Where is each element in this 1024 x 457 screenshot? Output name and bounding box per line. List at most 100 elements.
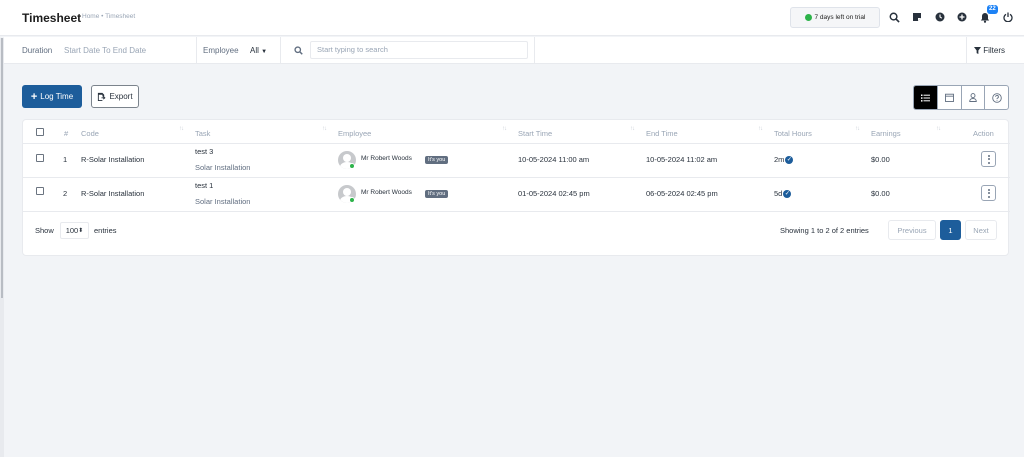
column-header-employee[interactable]: Employee — [338, 129, 371, 138]
approved-check-icon: ✓ — [783, 190, 792, 199]
entries-label: entries — [94, 226, 117, 235]
row-project[interactable]: Solar Installation — [195, 197, 250, 206]
trial-status-dot — [804, 14, 812, 21]
filters-label: Filters — [983, 46, 1006, 55]
its-you-badge: It's you — [425, 156, 449, 164]
pagination-info: Showing 1 to 2 of 2 entries — [780, 226, 869, 235]
page-size-value: 100 — [65, 226, 79, 235]
previous-page-button[interactable]: Previous — [888, 220, 936, 240]
row-task[interactable]: test 1 — [195, 181, 213, 190]
row-divider — [23, 143, 1010, 144]
timesheet-table-card: # Code ↑↓ Task ↑↓ Employee ↑↓ Start Time… — [22, 119, 1010, 256]
online-status-dot — [349, 163, 355, 169]
approved-check-icon: ✓ — [785, 156, 794, 165]
hours-value: 5d — [774, 189, 783, 198]
row-start-time: 01-05-2024 02:45 pm — [518, 189, 590, 198]
power-icon[interactable] — [1001, 10, 1015, 24]
log-time-button[interactable]: + Log Time — [22, 85, 82, 108]
row-earnings: $0.00 — [871, 155, 890, 164]
show-label: Show — [35, 226, 54, 235]
row-divider — [23, 211, 1010, 212]
export-icon — [98, 92, 106, 101]
its-you-badge: It's you — [425, 190, 449, 198]
online-status-dot — [349, 197, 355, 203]
trial-badge[interactable]: 7 days left on trial — [790, 7, 880, 28]
hours-value: 2m — [774, 155, 785, 164]
trial-text: 7 days left on trial — [814, 14, 866, 21]
row-end-time: 10-05-2024 11:02 am — [646, 155, 718, 164]
row-checkbox[interactable] — [36, 187, 44, 195]
row-project[interactable]: Solar Installation — [195, 163, 250, 172]
row-employee[interactable]: Mr Robert Woods — [361, 189, 412, 196]
updown-icon: ⬍ — [78, 228, 84, 234]
breadcrumb[interactable]: Home • Timesheet — [82, 13, 135, 20]
add-circle-icon[interactable] — [955, 10, 969, 24]
row-action-menu-button[interactable] — [981, 185, 996, 201]
column-header-end-time[interactable]: End Time — [646, 129, 678, 138]
row-number: 2 — [63, 189, 68, 198]
employee-view-button[interactable] — [960, 86, 985, 109]
select-all-checkbox[interactable] — [36, 128, 44, 136]
filter-funnel-icon — [974, 47, 981, 54]
sort-icon[interactable]: ↑↓ — [630, 126, 635, 132]
employee-select[interactable]: All ▼ — [250, 46, 267, 55]
row-checkbox[interactable] — [36, 154, 44, 162]
search-icon — [294, 46, 303, 57]
column-header-start-time[interactable]: Start Time — [518, 129, 552, 138]
duration-label: Duration — [22, 46, 53, 55]
sort-icon[interactable]: ↑↓ — [322, 126, 327, 132]
sort-icon[interactable]: ↑↓ — [855, 126, 860, 132]
column-header-num: # — [64, 129, 69, 138]
sort-icon[interactable]: ↑↓ — [758, 126, 763, 132]
top-header: Timesheet Home • Timesheet 7 days left o… — [0, 0, 1024, 36]
row-code[interactable]: R-Solar Installation — [81, 189, 144, 198]
log-time-label: Log Time — [40, 92, 74, 101]
page-1-button[interactable]: 1 — [940, 220, 961, 240]
row-code[interactable]: R-Solar Installation — [81, 155, 144, 164]
duration-range-input[interactable]: Start Date To End Date — [64, 46, 146, 55]
row-action-menu-button[interactable] — [981, 151, 996, 167]
list-icon — [920, 94, 930, 102]
filters-button[interactable]: Filters — [974, 46, 1005, 55]
sort-icon[interactable]: ↑↓ — [502, 126, 507, 132]
sticky-note-icon[interactable] — [910, 10, 924, 24]
column-header-earnings[interactable]: Earnings — [871, 129, 901, 138]
column-header-action: Action — [973, 129, 994, 138]
column-header-code[interactable]: Code — [81, 129, 99, 138]
row-total-hours: 5d ✓ — [774, 189, 792, 199]
search-input[interactable] — [317, 45, 517, 54]
column-header-total-hours[interactable]: Total Hours — [774, 129, 812, 138]
row-employee[interactable]: Mr Robert Woods — [361, 155, 412, 162]
list-view-button[interactable] — [914, 86, 937, 109]
filter-bar: Duration Start Date To End Date Employee… — [4, 37, 1024, 64]
row-task[interactable]: test 3 — [195, 147, 213, 156]
employee-select-value: All — [250, 46, 259, 55]
column-header-task[interactable]: Task — [195, 129, 210, 138]
user-icon — [969, 93, 977, 102]
scrollbar-thumb[interactable] — [1, 38, 3, 298]
filter-divider — [966, 37, 967, 64]
filter-divider — [280, 37, 281, 64]
search-icon[interactable] — [887, 10, 901, 24]
page-title: Timesheet — [22, 11, 82, 25]
question-icon — [991, 92, 1002, 103]
filter-divider — [196, 37, 197, 64]
page-size-select[interactable]: 100 ⬍ — [60, 222, 89, 239]
sort-icon[interactable]: ↑↓ — [179, 126, 184, 132]
row-earnings: $0.00 — [871, 189, 890, 198]
row-start-time: 10-05-2024 11:00 am — [518, 155, 590, 164]
clock-icon[interactable] — [933, 10, 947, 24]
calendar-view-button[interactable] — [936, 86, 961, 109]
calendar-icon — [944, 93, 954, 102]
help-button[interactable] — [984, 86, 1008, 109]
row-end-time: 06-05-2024 02:45 pm — [646, 189, 718, 198]
plus-icon: + — [30, 90, 38, 103]
export-button[interactable]: Export — [91, 85, 139, 108]
filter-divider — [534, 37, 535, 64]
next-page-button[interactable]: Next — [965, 220, 997, 240]
sort-icon[interactable]: ↑↓ — [936, 126, 941, 132]
left-scrollbar[interactable] — [0, 38, 4, 457]
row-number: 1 — [63, 155, 68, 164]
row-total-hours: 2m ✓ — [774, 155, 794, 165]
notification-count-badge: 22 — [987, 5, 998, 14]
